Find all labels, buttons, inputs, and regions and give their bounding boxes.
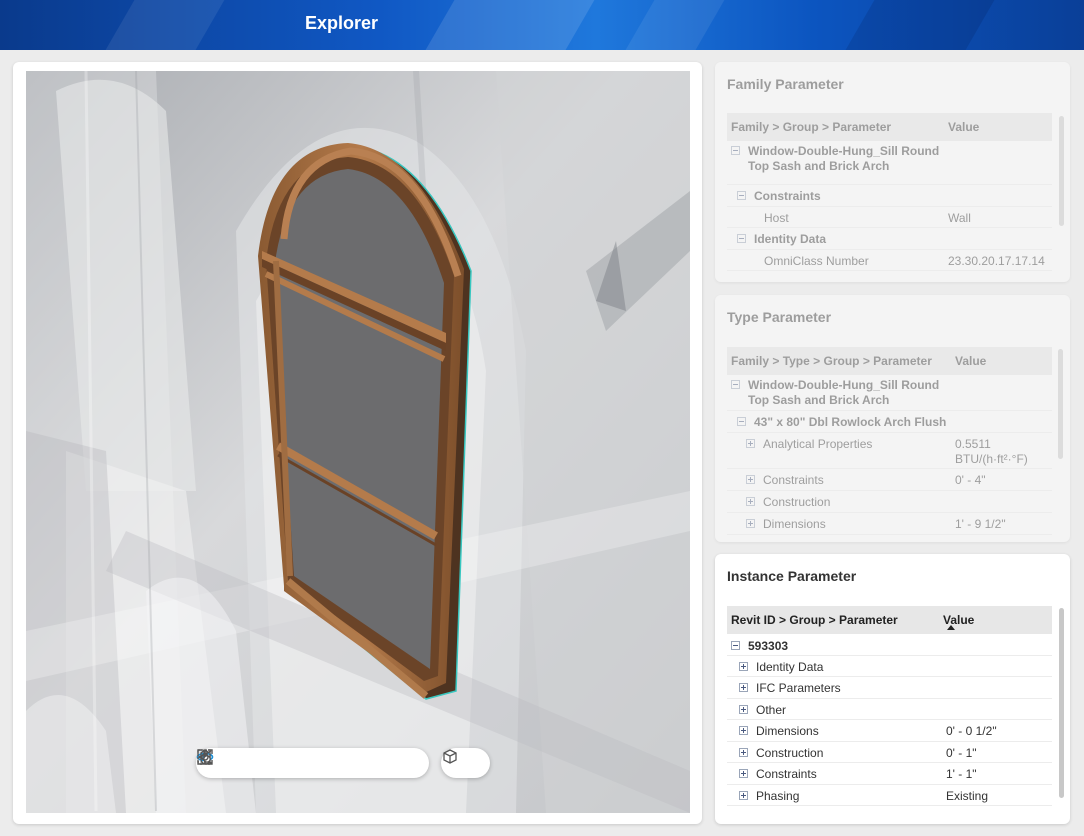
collapse-icon[interactable] <box>737 191 746 200</box>
table-header: Family > Type > Group > Parameter Value <box>727 347 1052 375</box>
scrollbar[interactable] <box>1059 116 1064 226</box>
app-title: Explorer <box>305 13 379 33</box>
tree-row[interactable]: Phasing Existing <box>727 785 1052 806</box>
tree-row[interactable]: Dimensions 1' - 9 1/2" <box>727 513 1052 535</box>
instance-parameter-table: Revit ID > Group > Parameter Value 59330… <box>727 606 1052 818</box>
fit-to-view-icon <box>197 749 213 765</box>
view-cube-icon <box>443 749 457 764</box>
tree-row[interactable]: Construction 0' - 1" <box>727 742 1052 763</box>
view-toolbar <box>441 748 490 778</box>
expand-icon[interactable] <box>739 791 748 800</box>
collapse-icon[interactable] <box>731 641 740 650</box>
tree-row[interactable]: Analytical Properties 0.5511 BTU/(h·ft²·… <box>727 433 1052 469</box>
expand-icon[interactable] <box>739 705 748 714</box>
tree-row[interactable]: Identity Data <box>727 228 1052 250</box>
expand-icon[interactable] <box>739 662 748 671</box>
expand-icon[interactable] <box>739 726 748 735</box>
tree-row[interactable]: OmniClass Number 23.30.20.17.17.14 <box>727 250 1052 271</box>
column-header-parameter[interactable]: Family > Type > Group > Parameter <box>727 354 955 368</box>
orbit-button[interactable] <box>196 751 236 775</box>
tree-row[interactable]: 593303 <box>727 634 1052 656</box>
tree-row[interactable]: Identity Data <box>727 656 1052 677</box>
family-parameter-panel: Family Parameter Family > Group > Parame… <box>715 62 1070 282</box>
fit-to-view-button[interactable] <box>197 749 413 775</box>
view-cube-button[interactable] <box>443 749 478 775</box>
tree-row[interactable]: IFC Parameters <box>727 677 1052 699</box>
expand-icon[interactable] <box>739 769 748 778</box>
collapse-icon[interactable] <box>737 234 746 243</box>
navigation-toolbar <box>196 748 429 778</box>
type-parameter-panel: Type Parameter Family > Type > Group > P… <box>715 295 1070 542</box>
family-parameter-table: Family > Group > Parameter Value Window-… <box>727 113 1052 277</box>
collapse-icon[interactable] <box>737 417 746 426</box>
header-decoration <box>845 0 995 50</box>
expand-icon[interactable] <box>739 748 748 757</box>
first-person-button[interactable] <box>197 750 271 775</box>
pan-button[interactable] <box>200 750 307 775</box>
column-header-value[interactable]: Value <box>955 354 986 368</box>
panel-title: Instance Parameter <box>727 568 857 584</box>
vertical-pan-button[interactable] <box>200 749 342 775</box>
column-header-parameter[interactable]: Family > Group > Parameter <box>727 120 948 134</box>
table-header: Revit ID > Group > Parameter Value <box>727 606 1052 634</box>
expand-icon[interactable] <box>746 519 755 528</box>
model-render <box>26 71 690 813</box>
table-header: Family > Group > Parameter Value <box>727 113 1052 141</box>
3d-viewport[interactable] <box>26 71 690 813</box>
zoom-window-button[interactable] <box>197 749 378 775</box>
collapse-icon[interactable] <box>731 146 740 155</box>
scrollbar[interactable] <box>1058 349 1063 459</box>
panel-title: Family Parameter <box>727 76 844 92</box>
tree-row[interactable]: Window-Double-Hung_Sill Round Top Sash a… <box>727 141 1052 185</box>
scrollbar[interactable] <box>1059 608 1064 798</box>
viewer-card <box>13 62 702 824</box>
tree-row[interactable]: Constraints 1' - 1" <box>727 763 1052 785</box>
column-header-parameter[interactable]: Revit ID > Group > Parameter <box>727 613 943 627</box>
tree-row[interactable]: Host Wall <box>727 207 1052 228</box>
expand-icon[interactable] <box>739 683 748 692</box>
column-header-value[interactable]: Value <box>948 120 979 134</box>
tree-row[interactable]: Construction <box>727 491 1052 513</box>
expand-icon[interactable] <box>746 475 755 484</box>
expand-icon[interactable] <box>746 497 755 506</box>
tree-row[interactable]: 43" x 80" Dbl Rowlock Arch Flush <box>727 411 1052 433</box>
collapse-icon[interactable] <box>731 380 740 389</box>
header-decoration <box>105 0 225 50</box>
tree-row[interactable]: Constraints <box>727 185 1052 207</box>
tree-row[interactable]: Constraints 0' - 4" <box>727 469 1052 491</box>
sort-ascending-icon[interactable] <box>947 625 955 630</box>
tree-row[interactable]: Window-Double-Hung_Sill Round Top Sash a… <box>727 375 1052 411</box>
header-decoration <box>625 0 725 50</box>
tree-row[interactable]: Other <box>727 699 1052 720</box>
panel-title: Type Parameter <box>727 309 832 325</box>
instance-parameter-panel: Instance Parameter Revit ID > Group > Pa… <box>715 554 1070 824</box>
type-parameter-table: Family > Type > Group > Parameter Value … <box>727 347 1052 535</box>
header-decoration <box>425 0 595 50</box>
tree-row[interactable]: Dimensions 0' - 0 1/2" <box>727 720 1052 742</box>
expand-icon[interactable] <box>746 439 755 448</box>
app-header: Explorer <box>0 0 1084 50</box>
